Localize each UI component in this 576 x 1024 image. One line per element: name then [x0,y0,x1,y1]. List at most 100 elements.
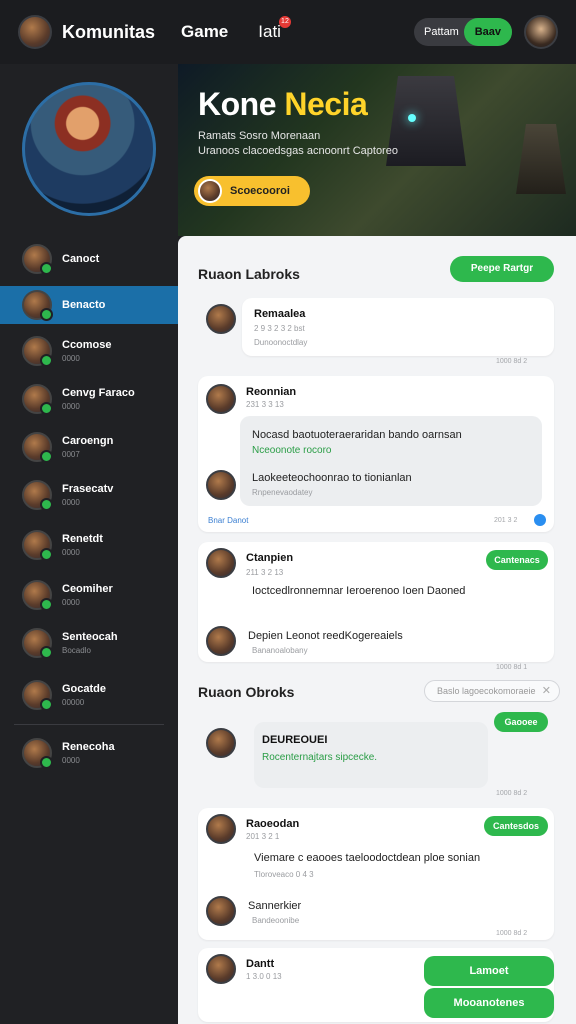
post-avatar[interactable] [206,728,236,758]
sidebar-item[interactable]: Ceomiher 0000 [0,576,178,614]
sidebar-item-label: Ceomiher [62,583,113,595]
sidebar-item[interactable]: Renetdt 0000 [0,526,178,564]
post-author[interactable]: Reonnian [246,386,296,398]
reply-text: Depien Leonot reedKogereaiels [248,630,403,642]
sidebar-item-label: Canoct [62,253,100,265]
sidebar-item-label: Cenvg Faraco [62,387,135,399]
post-time: 201 3 2 [494,517,518,524]
post-time: 1000 8d 1 [496,664,528,671]
post-author[interactable]: Remaalea [254,308,305,320]
banner-title-white: Kone [198,86,277,122]
sidebar-avatar [22,738,53,769]
sidebar-item[interactable]: Ccomose 0000 [0,332,178,370]
banner-title-yellow: Necia [284,86,368,122]
message-line: Laokeeteochoonrao to tionianlan [252,472,412,484]
banner-title: Kone Necia [198,86,368,123]
message-highlight: Rocenternajtars sipcecke. [262,752,378,763]
post-text: Ioctcedlronnemnar Ieroerenoo Ioen Daoned [252,585,466,597]
post-meta: 2 9 3 2 3 2 bst [254,324,305,333]
sidebar-avatar [22,680,53,711]
sidebar-item[interactable]: Caroengn 0007 [0,428,178,466]
community-avatar[interactable] [18,15,52,49]
post-sub: Tloroveaco 0 4 3 [254,870,314,879]
sidebar-item-sub: 0000 [62,598,80,607]
sidebar-item-label: Senteocah [62,631,118,643]
sidebar-item-active[interactable]: Benacto [0,286,178,324]
post-avatar[interactable] [206,954,236,984]
nav-last[interactable]: Iati 12 [258,16,291,42]
post-meta: 211 3 2 13 [246,568,284,577]
sidebar-item-label: Ccomose [62,339,112,351]
post-author[interactable]: DEUREOUEI [262,734,327,746]
post-tag-button[interactable]: Cantenacs [486,550,548,570]
banner-subtitle-1: Ramats Sosro Morenaan [198,130,321,142]
toggle-right-label: Baav [463,18,512,46]
sidebar-avatar [22,290,53,321]
sidebar-item[interactable]: Renecoha 0000 [0,734,178,772]
post-author[interactable]: Ctanpien [246,552,293,564]
sidebar-item-sub: Bocadlo [62,646,91,655]
sidebar-item-sub: 0000 [62,756,80,765]
sidebar-item-label: Gocatde [62,683,107,695]
reply-avatar[interactable] [206,470,236,500]
nav-game[interactable]: Game [181,22,228,42]
sidebar-avatar [22,580,53,611]
sidebar-item-sub: 00000 [62,698,85,707]
sidebar-item-label: Caroengn [62,435,114,447]
post-author[interactable]: Raoeodan [246,818,299,830]
post-tag-button[interactable]: Gaooee [494,712,548,732]
post-author[interactable]: Dantt [246,958,274,970]
post-time: 1000 8d 2 [496,930,528,937]
search-placeholder: Baslo lagoecokomoraeie [437,686,536,696]
clear-icon[interactable]: ✕ [542,681,551,701]
main-feed: Ruaon Labroks Peepe Rartgr Remaalea 2 9 … [178,236,576,1024]
post-avatar[interactable] [206,304,236,334]
nav-last-label: Iati [258,22,281,41]
banner-btn-avatar [198,179,222,203]
user-avatar[interactable] [524,15,558,49]
sidebar-item-sub: 0000 [62,402,80,411]
app-title: Komunitas [62,21,156,42]
banner-glow [408,114,416,122]
sidebar-item[interactable]: Cenvg Faraco 0000 [0,380,178,418]
sidebar-item-sub: 0000 [62,548,80,557]
sidebar: Canoct Benacto Ccomose 0000 Cenvg Faraco 0… [0,64,178,1024]
reply-sub: Bandeoonibe [252,916,300,925]
banner-subtitle-2: Uranoos clacoedsgas acnoonrt Captoreo [198,145,398,157]
sidebar-item-label: Frasecatv [62,483,114,495]
hero-avatar [22,82,156,216]
post-time: 1000 8d 2 [496,358,528,365]
post-time: 1000 8d 2 [496,790,528,797]
post-avatar[interactable] [206,384,236,414]
sidebar-item[interactable]: Senteocah Bocadlo [0,624,178,662]
send-icon[interactable] [534,514,546,526]
post-meta: 231 3 3 13 [246,400,284,409]
reply-text: Sannerkier [248,900,302,912]
secondary-action-button[interactable]: Mooanotenes [424,988,554,1018]
banner-cta-button[interactable]: Scoecooroi [194,176,310,206]
search-input[interactable]: Baslo lagoecokomoraeie ✕ [424,680,560,702]
post-meta: 201 3 2 1 [246,832,280,841]
banner-cta-label: Scoecooroi [230,185,290,197]
sidebar-avatar [22,244,53,275]
top-bar: Komunitas Game Iati 12 Pattam Baav [0,0,576,64]
sidebar-avatar [22,628,53,659]
post-meta: 1 3.0 0 13 [246,972,282,981]
reply-avatar[interactable] [206,626,236,656]
post-avatar[interactable] [206,814,236,844]
post-text: Viemare c eaooes taeloodoctdean ploe son… [254,852,481,864]
primary-action-button[interactable]: Lamoet [424,956,554,986]
sidebar-item[interactable]: Canoct [0,240,178,278]
reply-avatar[interactable] [206,896,236,926]
mode-toggle[interactable]: Pattam Baav [414,18,512,46]
sidebar-avatar [22,384,53,415]
reply-link[interactable]: Bnar Danot [208,516,248,525]
sidebar-item[interactable]: Frasecatv 0000 [0,476,178,514]
notification-badge: 12 [278,16,291,28]
sidebar-item-sub: 0007 [62,450,80,459]
section-title-2: Ruaon Obroks [198,684,295,700]
sidebar-item[interactable]: Gocatde 00000 [0,676,178,714]
post-tag-button[interactable]: Cantesdos [484,816,548,836]
post-avatar[interactable] [206,548,236,578]
section1-action-button[interactable]: Peepe Rartgr [450,256,554,282]
